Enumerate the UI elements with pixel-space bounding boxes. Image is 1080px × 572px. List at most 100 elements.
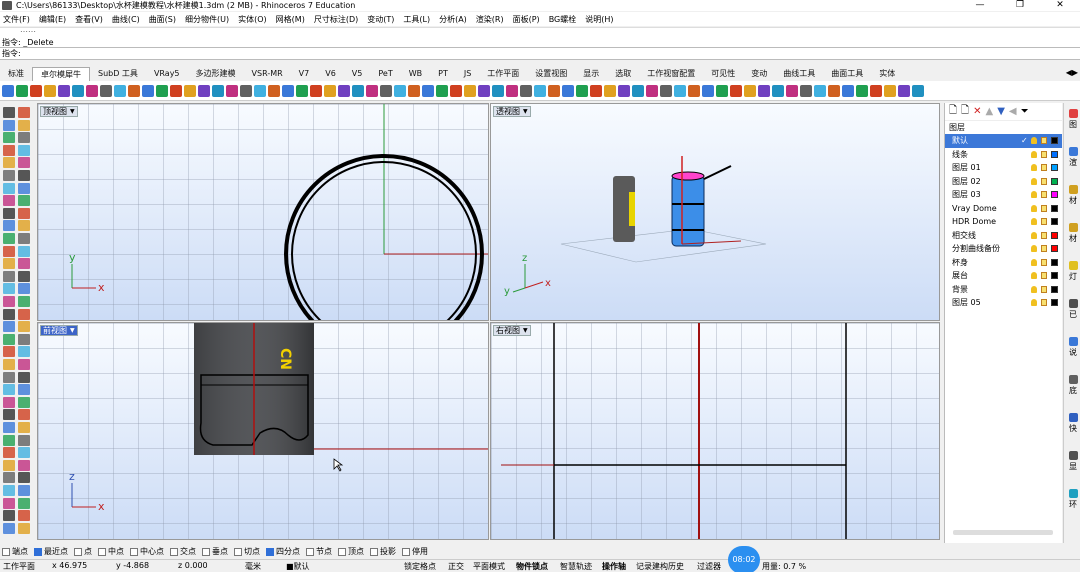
left-tool-icon[interactable] — [18, 157, 30, 169]
left-tool-icon[interactable] — [3, 434, 15, 446]
menu-view[interactable]: 查看(V) — [75, 14, 103, 25]
layer-lock-icon[interactable] — [1041, 272, 1047, 279]
menu-solid[interactable]: 实体(O) — [238, 14, 267, 25]
left-tool-icon[interactable] — [18, 384, 30, 396]
left-tool-icon[interactable] — [18, 308, 30, 320]
tab-wb[interactable]: WB — [401, 67, 430, 81]
left-tool-icon[interactable] — [3, 472, 15, 484]
layer-color-swatch[interactable] — [1051, 150, 1058, 158]
layer-visible-bulb-icon[interactable] — [1031, 177, 1037, 185]
layer-lock-icon[interactable] — [1041, 137, 1047, 144]
left-tool-icon[interactable] — [3, 510, 15, 522]
toolbar-tool-icon[interactable] — [870, 84, 882, 97]
layer-visible-bulb-icon[interactable] — [1031, 299, 1037, 306]
left-tool-icon[interactable] — [3, 270, 15, 282]
move-down-icon[interactable]: ▼ — [997, 106, 1005, 117]
side-panel-tab[interactable]: 图 — [1066, 109, 1080, 130]
left-tool-icon[interactable] — [3, 346, 15, 358]
osnap-option[interactable]: 点 — [74, 546, 92, 557]
toolbar-tool-icon[interactable] — [170, 84, 182, 97]
toolbar-tool-icon[interactable] — [408, 84, 420, 97]
osnap-checkbox[interactable] — [338, 547, 346, 556]
left-tool-icon[interactable] — [18, 346, 30, 358]
toolbar-tool-icon[interactable] — [646, 84, 658, 97]
side-panel-tab[interactable]: 灯 — [1066, 261, 1080, 282]
menu-panels[interactable]: 面板(P) — [513, 14, 540, 25]
viewport-right[interactable]: 右视图 ▼ — [490, 322, 940, 540]
tab-zhuoer[interactable]: 卓尔模犀牛 — [32, 67, 90, 81]
layer-lock-icon[interactable] — [1041, 204, 1047, 212]
viewport-top-title[interactable]: 顶视图 ▼ — [40, 106, 78, 117]
toolbar-tool-icon[interactable] — [338, 84, 350, 97]
left-tool-icon[interactable] — [18, 409, 30, 421]
side-panel-tab[interactable]: 快 — [1066, 413, 1080, 434]
status-ortho[interactable]: 正交 — [448, 561, 464, 572]
left-tool-icon[interactable] — [18, 283, 30, 295]
left-tool-icon[interactable] — [18, 459, 30, 471]
left-tool-icon[interactable] — [3, 321, 15, 333]
status-gumball[interactable]: 操作轴 — [602, 561, 626, 572]
osnap-checkbox[interactable] — [266, 547, 274, 556]
left-tool-icon[interactable] — [3, 245, 15, 257]
osnap-checkbox[interactable] — [370, 547, 378, 556]
left-tool-icon[interactable] — [18, 182, 30, 194]
layer-row[interactable]: 图层 02 — [945, 175, 1062, 189]
layer-lock-icon[interactable] — [1041, 231, 1047, 239]
tab-polygon-modeling[interactable]: 多边形建模 — [188, 67, 244, 81]
layer-color-swatch[interactable] — [1051, 177, 1058, 185]
toolbar-tool-icon[interactable] — [156, 84, 168, 97]
left-tool-icon[interactable] — [18, 485, 30, 496]
toolbar-tool-icon[interactable] — [632, 84, 644, 97]
osnap-option[interactable]: 中心点 — [130, 546, 164, 557]
left-tool-icon[interactable] — [18, 270, 30, 282]
side-panel-tab[interactable]: 材 — [1066, 223, 1080, 244]
osnap-checkbox[interactable] — [170, 547, 178, 556]
viewport-top[interactable]: 顶视图 ▼ y x — [37, 103, 489, 321]
toolbar-tool-icon[interactable] — [142, 84, 154, 97]
layer-color-swatch[interactable] — [1051, 258, 1058, 266]
toolbar-tool-icon[interactable] — [730, 84, 742, 97]
toolbar-tool-icon[interactable] — [394, 84, 406, 97]
menu-help[interactable]: 说明(H) — [585, 14, 613, 25]
toolbar-tool-icon[interactable] — [422, 84, 434, 97]
left-tool-icon[interactable] — [3, 119, 15, 131]
toolbar-tool-icon[interactable] — [478, 84, 490, 97]
toolbar-tool-icon[interactable] — [548, 84, 560, 97]
tab-v5[interactable]: V5 — [344, 67, 371, 81]
layer-lock-icon[interactable] — [1041, 245, 1047, 252]
tab-display[interactable]: 显示 — [575, 67, 607, 81]
menu-transform[interactable]: 变动(T) — [367, 14, 394, 25]
layer-lock-icon[interactable] — [1041, 285, 1047, 293]
layer-lock-icon[interactable] — [1041, 218, 1047, 225]
osnap-option[interactable]: 切点 — [234, 546, 260, 557]
layer-color-swatch[interactable] — [1051, 272, 1058, 279]
toolbar-tool-icon[interactable] — [772, 84, 784, 97]
layer-row[interactable]: 展台 — [945, 269, 1062, 283]
osnap-option[interactable]: 中点 — [98, 546, 124, 557]
tab-set-view[interactable]: 设置视图 — [527, 67, 575, 81]
layer-row[interactable]: 杯身 — [945, 256, 1062, 270]
osnap-option[interactable]: 四分点 — [266, 546, 300, 557]
toolbar-tool-icon[interactable] — [198, 84, 210, 97]
tab-surface-tools[interactable]: 曲面工具 — [823, 67, 871, 81]
layer-lock-icon[interactable] — [1041, 164, 1047, 171]
tab-vray5[interactable]: VRay5 — [146, 67, 188, 81]
menu-render[interactable]: 渲染(R) — [476, 14, 504, 25]
menu-curve[interactable]: 曲线(C) — [112, 14, 140, 25]
toolbar-tool-icon[interactable] — [450, 84, 462, 97]
viewport-front-title[interactable]: 前视图 ▼ — [40, 325, 78, 336]
toolbar-tool-icon[interactable] — [912, 84, 924, 97]
toolbar-tool-icon[interactable] — [786, 84, 798, 97]
toolbar-tool-icon[interactable] — [100, 84, 112, 97]
status-current-layer[interactable]: ■默认 — [286, 561, 310, 572]
toolbar-tool-icon[interactable] — [674, 84, 686, 97]
layer-visible-bulb-icon[interactable] — [1031, 272, 1037, 279]
osnap-checkbox[interactable] — [98, 547, 106, 556]
layer-row[interactable]: 图层 03 — [945, 188, 1062, 202]
left-tool-icon[interactable] — [18, 447, 30, 459]
osnap-checkbox[interactable] — [402, 547, 410, 556]
side-panel-tab[interactable]: 显 — [1066, 451, 1080, 472]
left-tool-icon[interactable] — [3, 522, 15, 534]
side-panel-tab[interactable]: 底 — [1066, 375, 1080, 396]
left-tool-icon[interactable] — [3, 182, 15, 194]
